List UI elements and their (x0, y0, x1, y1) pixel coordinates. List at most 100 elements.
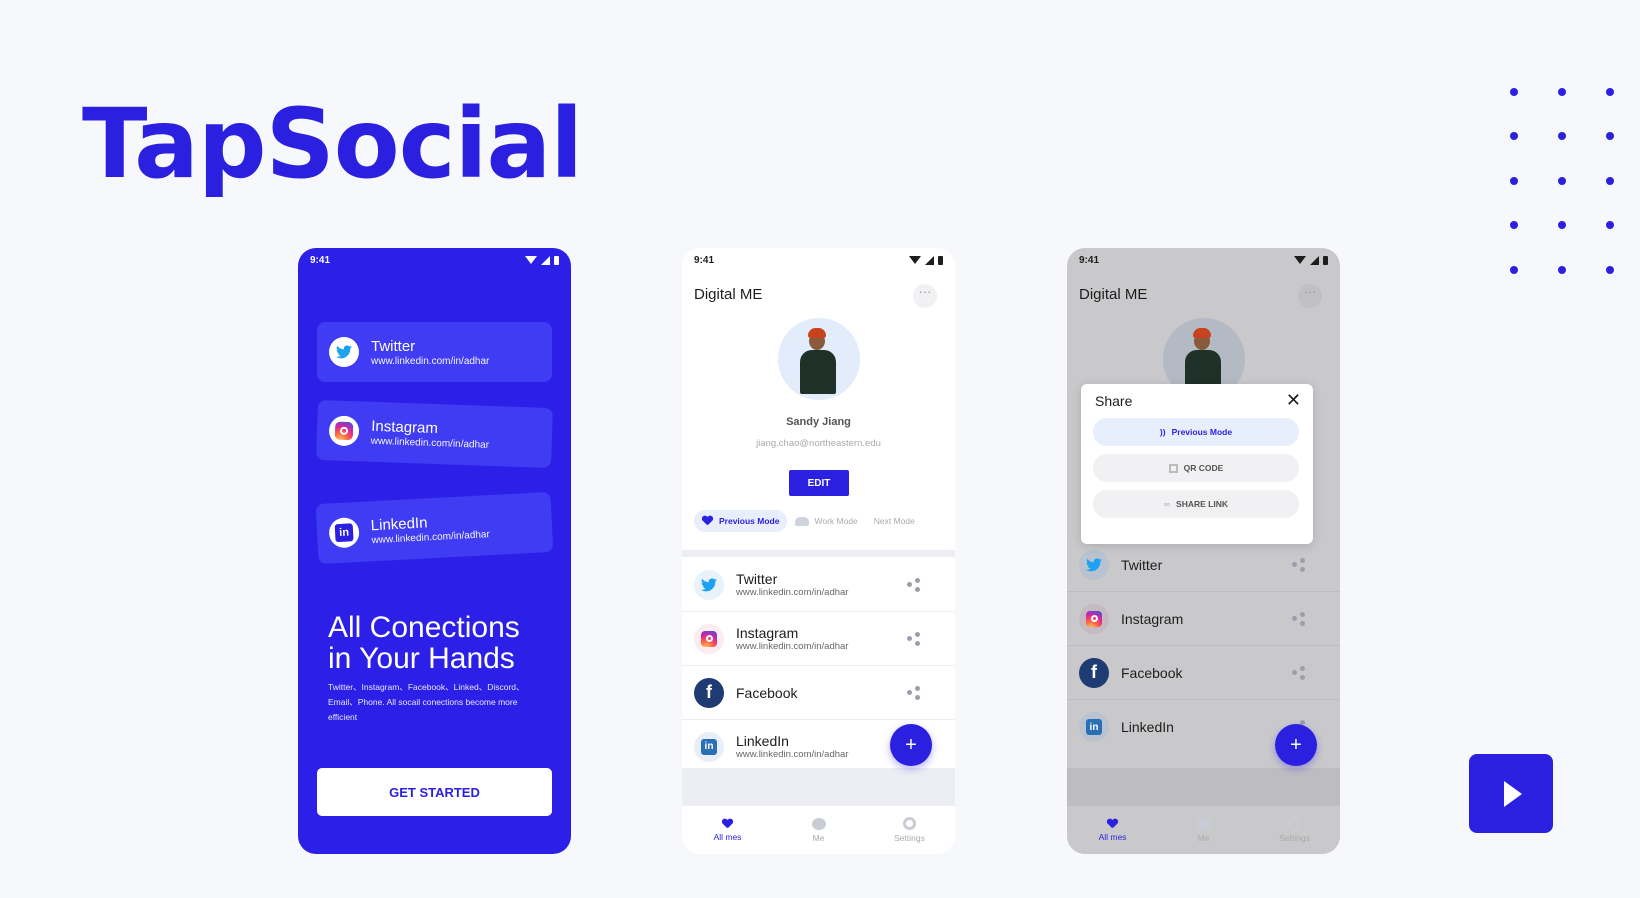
gear-icon (903, 817, 916, 830)
nav-label: Settings (1279, 833, 1310, 843)
share-dialog: Share ✕ )) Previous Mode QR CODE ∞ SHARE L… (1081, 384, 1313, 544)
instagram-icon (694, 623, 724, 654)
option-qr-code[interactable]: QR CODE (1093, 454, 1299, 482)
option-label: SHARE LINK (1176, 499, 1228, 509)
tab-previous-mode[interactable]: Previous Mode (694, 510, 788, 532)
battery-icon (554, 255, 559, 265)
tab-work-mode[interactable]: Work Mode (787, 516, 865, 526)
status-bar: 9:41 (682, 248, 955, 272)
hero-headline: All Conections in Your Hands (328, 612, 558, 674)
decorative-dot-grid (1510, 88, 1640, 288)
option-label: Previous Mode (1171, 427, 1233, 437)
play-button[interactable] (1469, 754, 1553, 833)
close-icon[interactable]: ✕ (1286, 390, 1301, 411)
social-row-instagram: Instagram (1067, 592, 1340, 646)
option-share-link[interactable]: ∞ SHARE LINK (1093, 490, 1299, 518)
social-url: www.linkedin.com/in/adhar (736, 749, 849, 760)
signal-icon (1310, 255, 1319, 265)
card-linkedin[interactable]: in LinkedIn www.linkedin.com/in/adhar (315, 491, 554, 565)
nav-all-mes[interactable]: All mes (693, 819, 763, 842)
nav-label: Me (812, 832, 825, 843)
person-icon (1196, 817, 1211, 830)
twitter-icon (329, 337, 359, 367)
avatar[interactable] (778, 318, 860, 400)
avatar-body (800, 350, 836, 394)
battery-icon (1323, 255, 1328, 265)
twitter-icon (1079, 549, 1109, 580)
social-name: Instagram (1121, 610, 1184, 627)
twitter-icon (694, 569, 724, 600)
bottom-nav: All mes Me Settings (1067, 806, 1340, 854)
list-end-spacer (1067, 768, 1340, 806)
headline-line-1: All Conections (328, 611, 520, 644)
profile-email: jiang.chao@northeastern.edu (756, 438, 881, 449)
share-icon[interactable] (907, 577, 921, 592)
linkedin-icon: in (1079, 712, 1109, 742)
nav-label: Settings (894, 833, 925, 843)
page-title: Digital ME (1079, 286, 1148, 303)
linkedin-icon: in (328, 516, 360, 549)
instagram-icon (328, 415, 360, 447)
get-started-button[interactable]: GET STARTED (317, 768, 552, 816)
heart-icon (702, 516, 713, 526)
status-time: 9:41 (694, 254, 715, 266)
add-button[interactable]: + (890, 724, 932, 766)
social-row-instagram[interactable]: Instagram www.linkedin.com/in/adhar (682, 612, 955, 666)
tab-label: Next Mode (873, 516, 915, 526)
social-name: Facebook (1121, 664, 1183, 681)
social-name: Instagram (736, 625, 799, 641)
avatar-hat (808, 328, 826, 338)
bottom-nav: All mes Me Settings (682, 806, 955, 854)
gear-icon (1288, 817, 1301, 830)
social-name: Facebook (736, 684, 798, 701)
share-icon[interactable] (907, 685, 921, 700)
list-end-spacer (682, 768, 955, 806)
nav-settings[interactable]: Settings (875, 817, 945, 843)
status-time: 9:41 (310, 254, 331, 266)
tab-next-mode[interactable]: Next Mode (866, 516, 923, 526)
status-bar: 9:41 (1067, 248, 1340, 272)
tab-label: Previous Mode (719, 516, 780, 526)
wifi-icon (1294, 256, 1306, 264)
social-name: LinkedIn (736, 733, 789, 749)
instagram-icon (1079, 603, 1109, 634)
card-instagram[interactable]: Instagram www.linkedin.com/in/adhar (316, 399, 553, 469)
battery-icon (938, 255, 943, 265)
status-bar: 9:41 (298, 248, 571, 272)
nav-all-mes: All mes (1078, 819, 1148, 842)
option-label: QR CODE (1183, 463, 1224, 473)
nav-label: All mes (1098, 831, 1127, 842)
social-name: Twitter (736, 571, 778, 587)
nav-me: Me (1169, 817, 1239, 843)
signal-icon (925, 255, 934, 265)
social-url: www.linkedin.com/in/adhar (736, 641, 849, 652)
card-url: www.linkedin.com/in/adhar (371, 355, 490, 367)
brand-title: TapSocial (82, 88, 583, 200)
more-menu-button[interactable]: ··· (1298, 284, 1322, 308)
profile-screen: 9:41 Digital ME ··· Sandy Jiang jiang.ch… (682, 248, 955, 854)
nav-label: All mes (713, 831, 742, 842)
share-icon (1292, 611, 1306, 626)
social-row-facebook: f Facebook (1067, 646, 1340, 700)
wifi-icon (525, 256, 537, 264)
social-row-twitter[interactable]: Twitter www.linkedin.com/in/adhar (682, 558, 955, 612)
onboarding-screen: 9:41 Twitter www.linkedin.com/in/adhar In… (298, 248, 571, 854)
edit-button[interactable]: EDIT (789, 470, 849, 496)
qr-code-icon (1168, 463, 1178, 473)
canvas: TapSocial 9:41 Twitter www.linkedin.com/i… (0, 0, 1640, 898)
more-menu-button[interactable]: ··· (913, 284, 937, 308)
nav-me[interactable]: Me (784, 817, 854, 843)
nfc-icon: )) (1159, 427, 1166, 437)
social-row-facebook[interactable]: f Facebook (682, 666, 955, 720)
heart-icon (722, 819, 733, 829)
status-time: 9:41 (1079, 254, 1100, 266)
social-url: www.linkedin.com/in/adhar (736, 587, 849, 598)
card-twitter[interactable]: Twitter www.linkedin.com/in/adhar (317, 322, 552, 382)
heart-icon (1107, 819, 1118, 829)
share-icon (1292, 557, 1306, 572)
mode-tabs: Previous Mode Work Mode Next Mode (694, 510, 944, 532)
share-icon[interactable] (907, 631, 921, 646)
option-previous-mode[interactable]: )) Previous Mode (1093, 418, 1299, 446)
dialog-title: Share (1095, 393, 1133, 409)
link-icon: ∞ (1163, 499, 1171, 509)
